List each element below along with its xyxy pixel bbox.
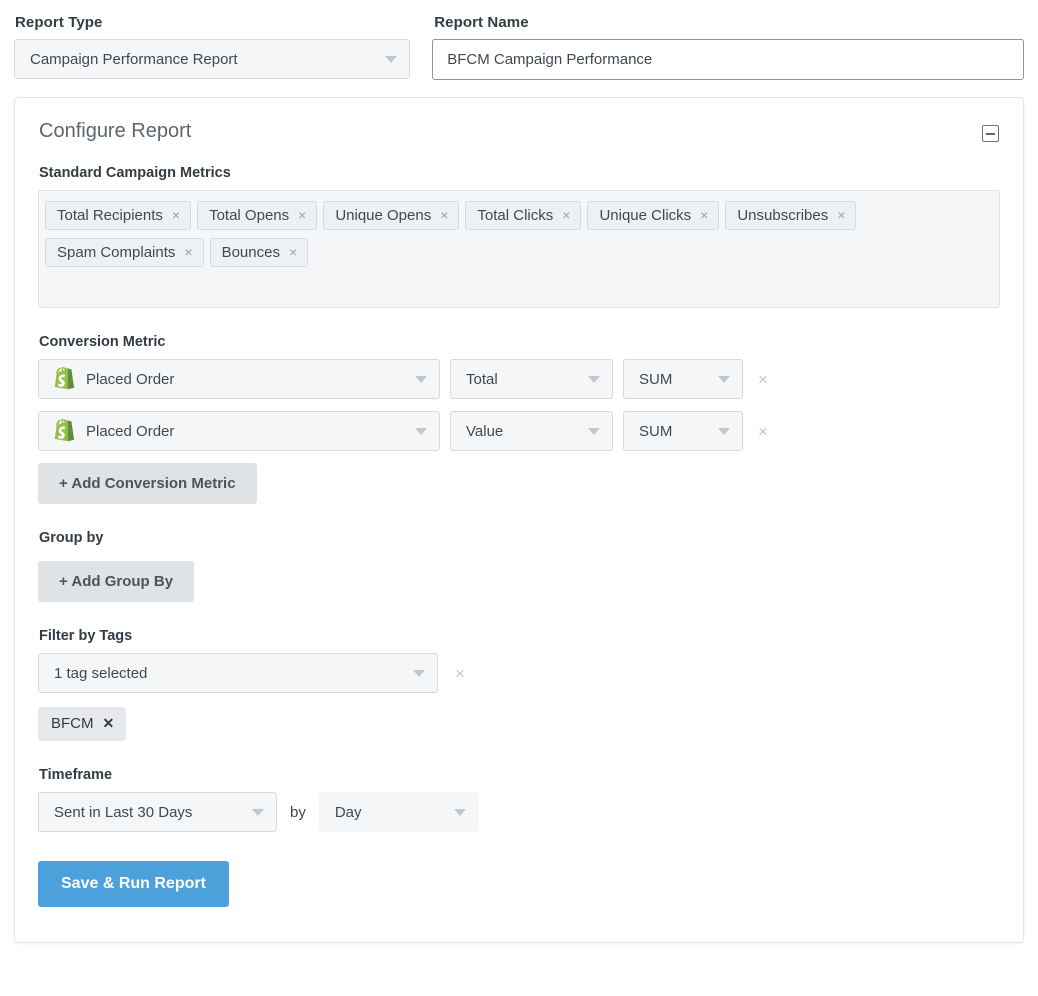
report-header-row: Report Type Campaign Performance Report … — [0, 0, 1038, 80]
report-name-input[interactable] — [432, 39, 1024, 80]
remove-metric-tag-icon[interactable]: × — [298, 208, 306, 222]
tag-filter-select[interactable]: 1 tag selected — [38, 653, 438, 693]
remove-metric-tag-icon[interactable]: × — [289, 245, 297, 259]
remove-conversion-metric-icon[interactable]: × — [753, 371, 773, 388]
conversion-metric-value: Placed Order — [86, 371, 174, 388]
timeframe-row: Sent in Last 30 Days by Day — [38, 792, 1000, 832]
report-type-select[interactable]: Campaign Performance Report — [14, 39, 410, 79]
selected-tag-chips: BFCM ✕ — [38, 693, 1000, 741]
report-name-field: Report Name — [432, 14, 1024, 80]
standard-metrics-tagbox[interactable]: Total Recipients×Total Opens×Unique Open… — [38, 190, 1000, 308]
chevron-down-icon — [415, 376, 427, 383]
shopify-icon — [51, 366, 75, 392]
remove-metric-tag-icon[interactable]: × — [440, 208, 448, 222]
conversion-metric-rows: Placed Order Total SUM × Placed Order Value SU… — [38, 359, 1000, 451]
report-name-label: Report Name — [434, 14, 1024, 31]
configure-report-card: Configure Report Standard Campaign Metri… — [14, 97, 1024, 943]
collapse-minus-icon[interactable] — [982, 125, 999, 142]
conversion-dimension-select[interactable]: Value — [450, 411, 613, 451]
standard-metrics-label: Standard Campaign Metrics — [39, 165, 1000, 181]
filter-by-tags-row: 1 tag selected × — [38, 653, 1000, 693]
conversion-aggregation-select[interactable]: SUM — [623, 411, 743, 451]
metric-tag[interactable]: Unique Clicks × — [587, 201, 719, 230]
chevron-down-icon — [718, 376, 730, 383]
report-type-field: Report Type Campaign Performance Report — [14, 14, 410, 80]
conversion-metric-value: Placed Order — [86, 423, 174, 440]
metric-tag-label: Spam Complaints — [57, 244, 175, 261]
timeframe-label: Timeframe — [39, 767, 1000, 783]
chevron-down-icon — [588, 428, 600, 435]
chevron-down-icon — [385, 56, 397, 63]
metric-tag-label: Unique Opens — [335, 207, 431, 224]
report-builder-page: Report Type Campaign Performance Report … — [0, 0, 1038, 996]
metric-tag-label: Total Clicks — [477, 207, 553, 224]
metric-tag-label: Total Recipients — [57, 207, 163, 224]
group-by-label: Group by — [39, 530, 1000, 546]
conversion-dimension-value: Total — [466, 371, 498, 388]
metric-tag-label: Unsubscribes — [737, 207, 828, 224]
conversion-metric-select[interactable]: Placed Order — [38, 359, 440, 399]
chevron-down-icon — [252, 809, 264, 816]
report-type-value: Campaign Performance Report — [30, 51, 238, 68]
conversion-metric-label: Conversion Metric — [39, 334, 1000, 350]
timeframe-unit-select[interactable]: Day — [319, 792, 479, 832]
add-conversion-metric-button[interactable]: + Add Conversion Metric — [38, 463, 257, 504]
conversion-aggregation-value: SUM — [639, 371, 672, 388]
chevron-down-icon — [718, 428, 730, 435]
chevron-down-icon — [415, 428, 427, 435]
conversion-aggregation-select[interactable]: SUM — [623, 359, 743, 399]
save-and-run-report-button[interactable]: Save & Run Report — [38, 861, 229, 907]
report-type-label: Report Type — [15, 14, 410, 31]
metric-tag[interactable]: Total Opens × — [197, 201, 317, 230]
chevron-down-icon — [588, 376, 600, 383]
metric-tag[interactable]: Unique Opens × — [323, 201, 459, 230]
conversion-dimension-value: Value — [466, 423, 503, 440]
metric-tag[interactable]: Unsubscribes × — [725, 201, 856, 230]
configure-report-header: Configure Report — [38, 120, 1000, 143]
conversion-metric-row: Placed Order Value SUM × — [38, 411, 1000, 451]
timeframe-range-select[interactable]: Sent in Last 30 Days — [38, 792, 277, 832]
remove-conversion-metric-icon[interactable]: × — [753, 423, 773, 440]
tag-chip[interactable]: BFCM ✕ — [38, 707, 126, 741]
add-group-by-button[interactable]: + Add Group By — [38, 561, 194, 602]
tag-filter-value: 1 tag selected — [54, 665, 147, 682]
timeframe-range-value: Sent in Last 30 Days — [54, 804, 192, 821]
timeframe-unit-value: Day — [335, 804, 362, 821]
chevron-down-icon — [413, 670, 425, 677]
metric-tag-label: Unique Clicks — [599, 207, 691, 224]
tag-chip-label: BFCM — [51, 715, 94, 732]
metric-tag[interactable]: Total Recipients × — [45, 201, 191, 230]
remove-metric-tag-icon[interactable]: × — [172, 208, 180, 222]
filter-by-tags-label: Filter by Tags — [39, 628, 1000, 644]
timeframe-by-label: by — [290, 804, 306, 821]
remove-metric-tag-icon[interactable]: × — [837, 208, 845, 222]
remove-metric-tag-icon[interactable]: × — [700, 208, 708, 222]
remove-metric-tag-icon[interactable]: × — [184, 245, 192, 259]
remove-tag-filter-button[interactable]: × — [450, 665, 470, 682]
chevron-down-icon — [454, 809, 466, 816]
conversion-metric-select[interactable]: Placed Order — [38, 411, 440, 451]
metric-tag[interactable]: Total Clicks × — [465, 201, 581, 230]
remove-tag-chip-icon[interactable]: ✕ — [103, 715, 115, 732]
conversion-metric-row: Placed Order Total SUM × — [38, 359, 1000, 399]
remove-metric-tag-icon[interactable]: × — [562, 208, 570, 222]
metric-tag-label: Bounces — [222, 244, 280, 261]
metric-tag[interactable]: Spam Complaints × — [45, 238, 204, 267]
page-title: Configure Report — [38, 120, 191, 143]
shopify-icon — [51, 418, 75, 444]
conversion-aggregation-value: SUM — [639, 423, 672, 440]
conversion-dimension-select[interactable]: Total — [450, 359, 613, 399]
metric-tag-label: Total Opens — [209, 207, 289, 224]
metric-tag[interactable]: Bounces × — [210, 238, 309, 267]
